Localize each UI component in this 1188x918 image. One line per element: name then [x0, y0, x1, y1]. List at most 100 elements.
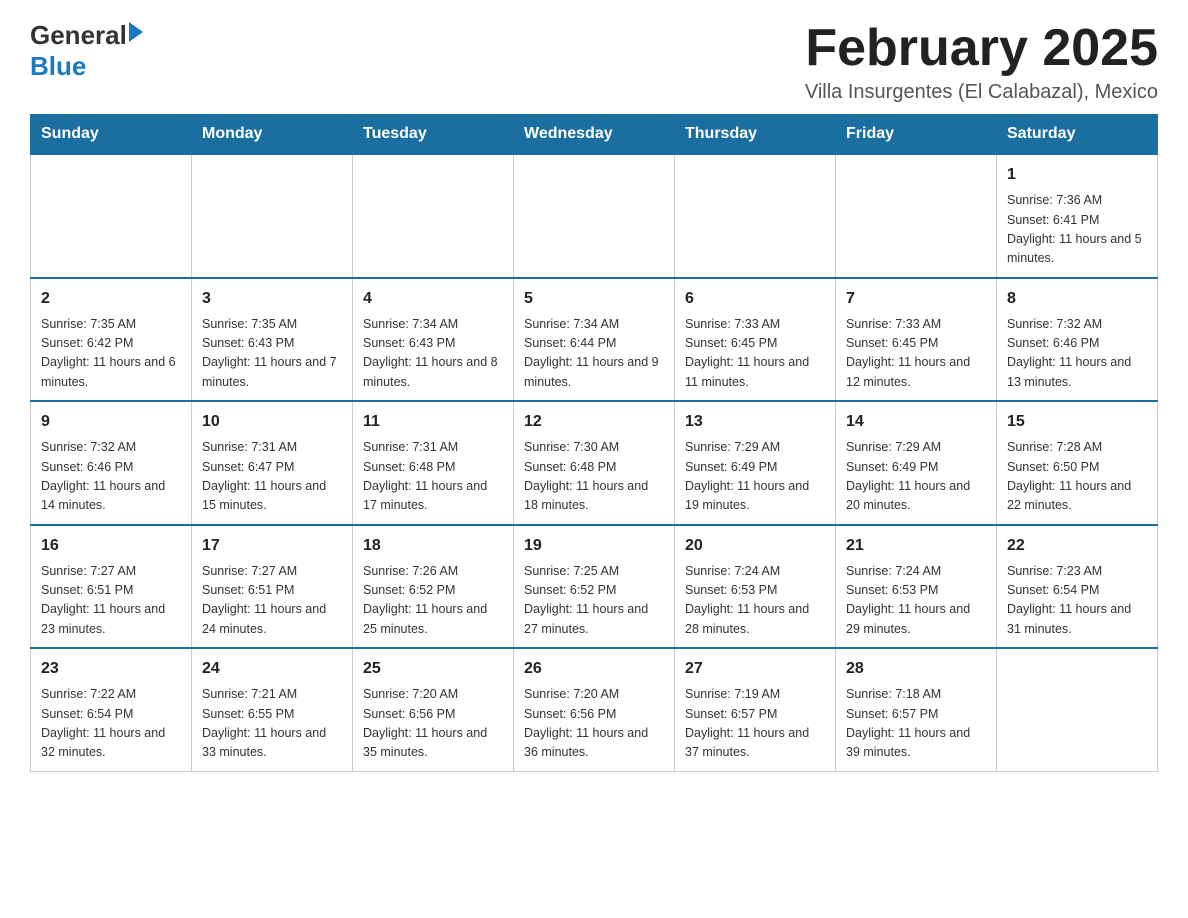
day-number: 11 — [363, 410, 503, 434]
day-number: 21 — [846, 534, 986, 558]
day-number: 5 — [524, 287, 664, 311]
calendar-cell: 7 Sunrise: 7:33 AMSunset: 6:45 PMDaylight… — [836, 278, 997, 402]
calendar-subtitle: Villa Insurgentes (El Calabazal), Mexico — [805, 81, 1158, 104]
calendar-cell: 25 Sunrise: 7:20 AMSunset: 6:56 PMDayligh… — [353, 648, 514, 771]
logo-arrow-icon — [129, 22, 143, 42]
weekday-header-monday: Monday — [192, 115, 353, 155]
day-number: 8 — [1007, 287, 1147, 311]
day-info: Sunrise: 7:22 AMSunset: 6:54 PMDaylight:… — [41, 685, 181, 763]
calendar-cell: 19 Sunrise: 7:25 AMSunset: 6:52 PMDayligh… — [514, 525, 675, 649]
calendar-cell — [353, 154, 514, 278]
day-number: 13 — [685, 410, 825, 434]
calendar-cell: 8 Sunrise: 7:32 AMSunset: 6:46 PMDaylight… — [997, 278, 1158, 402]
day-info: Sunrise: 7:31 AMSunset: 6:47 PMDaylight:… — [202, 438, 342, 516]
day-number: 18 — [363, 534, 503, 558]
day-number: 12 — [524, 410, 664, 434]
calendar-cell — [997, 648, 1158, 771]
day-number: 1 — [1007, 163, 1147, 187]
calendar-cell: 6Sunrise: 7:33 AMSunset: 6:45 PMDaylight… — [675, 278, 836, 402]
weekday-header-thursday: Thursday — [675, 115, 836, 155]
weekday-header-saturday: Saturday — [997, 115, 1158, 155]
calendar-cell: 5 Sunrise: 7:34 AMSunset: 6:44 PMDaylight… — [514, 278, 675, 402]
calendar-week-5: 23 Sunrise: 7:22 AMSunset: 6:54 PMDayligh… — [31, 648, 1158, 771]
calendar-cell: 15 Sunrise: 7:28 AMSunset: 6:50 PMDayligh… — [997, 401, 1158, 525]
day-info: Sunrise: 7:31 AMSunset: 6:48 PMDaylight:… — [363, 438, 503, 516]
day-number: 28 — [846, 657, 986, 681]
day-info: Sunrise: 7:20 AMSunset: 6:56 PMDaylight:… — [363, 685, 503, 763]
calendar-cell: 17 Sunrise: 7:27 AMSunset: 6:51 PMDayligh… — [192, 525, 353, 649]
calendar-cell: 13 Sunrise: 7:29 AMSunset: 6:49 PMDayligh… — [675, 401, 836, 525]
calendar-title: February 2025 — [805, 20, 1158, 77]
calendar-cell: 12 Sunrise: 7:30 AMSunset: 6:48 PMDayligh… — [514, 401, 675, 525]
calendar-cell — [31, 154, 192, 278]
day-number: 7 — [846, 287, 986, 311]
day-info: Sunrise: 7:27 AMSunset: 6:51 PMDaylight:… — [41, 562, 181, 640]
calendar-cell: 10 Sunrise: 7:31 AMSunset: 6:47 PMDayligh… — [192, 401, 353, 525]
day-info: Sunrise: 7:35 AMSunset: 6:42 PMDaylight:… — [41, 315, 181, 393]
calendar-cell — [836, 154, 997, 278]
calendar-cell: 23 Sunrise: 7:22 AMSunset: 6:54 PMDayligh… — [31, 648, 192, 771]
day-info: Sunrise: 7:23 AMSunset: 6:54 PMDaylight:… — [1007, 562, 1147, 640]
calendar-cell: 26Sunrise: 7:20 AMSunset: 6:56 PMDayligh… — [514, 648, 675, 771]
day-info: Sunrise: 7:19 AMSunset: 6:57 PMDaylight:… — [685, 685, 825, 763]
day-info: Sunrise: 7:30 AMSunset: 6:48 PMDaylight:… — [524, 438, 664, 516]
calendar-week-4: 16 Sunrise: 7:27 AMSunset: 6:51 PMDayligh… — [31, 525, 1158, 649]
day-number: 23 — [41, 657, 181, 681]
calendar-cell: 4 Sunrise: 7:34 AMSunset: 6:43 PMDaylight… — [353, 278, 514, 402]
calendar-body: 1Sunrise: 7:36 AMSunset: 6:41 PMDaylight… — [31, 154, 1158, 771]
day-info: Sunrise: 7:28 AMSunset: 6:50 PMDaylight:… — [1007, 438, 1147, 516]
day-info: Sunrise: 7:21 AMSunset: 6:55 PMDaylight:… — [202, 685, 342, 763]
calendar-header: SundayMondayTuesdayWednesdayThursdayFrid… — [31, 115, 1158, 155]
calendar-cell: 14 Sunrise: 7:29 AMSunset: 6:49 PMDayligh… — [836, 401, 997, 525]
calendar-cell: 21 Sunrise: 7:24 AMSunset: 6:53 PMDayligh… — [836, 525, 997, 649]
day-number: 27 — [685, 657, 825, 681]
day-number: 16 — [41, 534, 181, 558]
day-number: 24 — [202, 657, 342, 681]
day-number: 17 — [202, 534, 342, 558]
day-number: 10 — [202, 410, 342, 434]
day-number: 15 — [1007, 410, 1147, 434]
calendar-cell: 2 Sunrise: 7:35 AMSunset: 6:42 PMDaylight… — [31, 278, 192, 402]
day-info: Sunrise: 7:34 AMSunset: 6:43 PMDaylight:… — [363, 315, 503, 393]
day-info: Sunrise: 7:25 AMSunset: 6:52 PMDaylight:… — [524, 562, 664, 640]
calendar-cell: 3Sunrise: 7:35 AMSunset: 6:43 PMDaylight… — [192, 278, 353, 402]
calendar-cell — [675, 154, 836, 278]
weekday-header-tuesday: Tuesday — [353, 115, 514, 155]
day-info: Sunrise: 7:26 AMSunset: 6:52 PMDaylight:… — [363, 562, 503, 640]
day-number: 26 — [524, 657, 664, 681]
day-info: Sunrise: 7:34 AMSunset: 6:44 PMDaylight:… — [524, 315, 664, 393]
day-info: Sunrise: 7:33 AMSunset: 6:45 PMDaylight:… — [685, 315, 825, 393]
weekday-header-sunday: Sunday — [31, 115, 192, 155]
logo-blue-text: Blue — [30, 51, 143, 82]
day-info: Sunrise: 7:18 AMSunset: 6:57 PMDaylight:… — [846, 685, 986, 763]
calendar-cell: 24 Sunrise: 7:21 AMSunset: 6:55 PMDayligh… — [192, 648, 353, 771]
calendar-cell: 18 Sunrise: 7:26 AMSunset: 6:52 PMDayligh… — [353, 525, 514, 649]
day-info: Sunrise: 7:33 AMSunset: 6:45 PMDaylight:… — [846, 315, 986, 393]
day-number: 22 — [1007, 534, 1147, 558]
calendar-cell: 20Sunrise: 7:24 AMSunset: 6:53 PMDayligh… — [675, 525, 836, 649]
day-info: Sunrise: 7:32 AMSunset: 6:46 PMDaylight:… — [1007, 315, 1147, 393]
calendar-cell: 22 Sunrise: 7:23 AMSunset: 6:54 PMDayligh… — [997, 525, 1158, 649]
day-number: 14 — [846, 410, 986, 434]
day-info: Sunrise: 7:29 AMSunset: 6:49 PMDaylight:… — [685, 438, 825, 516]
day-info: Sunrise: 7:24 AMSunset: 6:53 PMDaylight:… — [846, 562, 986, 640]
page-header: General Blue February 2025 Villa Insurge… — [30, 20, 1158, 104]
day-number: 4 — [363, 287, 503, 311]
calendar-cell: 27 Sunrise: 7:19 AMSunset: 6:57 PMDayligh… — [675, 648, 836, 771]
day-info: Sunrise: 7:24 AMSunset: 6:53 PMDaylight:… — [685, 562, 825, 640]
day-number: 25 — [363, 657, 503, 681]
calendar-table: SundayMondayTuesdayWednesdayThursdayFrid… — [30, 114, 1158, 772]
day-info: Sunrise: 7:27 AMSunset: 6:51 PMDaylight:… — [202, 562, 342, 640]
day-number: 2 — [41, 287, 181, 311]
calendar-cell: 16 Sunrise: 7:27 AMSunset: 6:51 PMDayligh… — [31, 525, 192, 649]
logo: General Blue — [30, 20, 143, 82]
calendar-week-1: 1Sunrise: 7:36 AMSunset: 6:41 PMDaylight… — [31, 154, 1158, 278]
title-block: February 2025 Villa Insurgentes (El Cala… — [805, 20, 1158, 104]
calendar-cell: 28 Sunrise: 7:18 AMSunset: 6:57 PMDayligh… — [836, 648, 997, 771]
day-number: 9 — [41, 410, 181, 434]
calendar-week-3: 9Sunrise: 7:32 AMSunset: 6:46 PMDaylight… — [31, 401, 1158, 525]
logo-general-text: General — [30, 20, 127, 51]
day-number: 19 — [524, 534, 664, 558]
day-info: Sunrise: 7:29 AMSunset: 6:49 PMDaylight:… — [846, 438, 986, 516]
calendar-week-2: 2 Sunrise: 7:35 AMSunset: 6:42 PMDaylight… — [31, 278, 1158, 402]
